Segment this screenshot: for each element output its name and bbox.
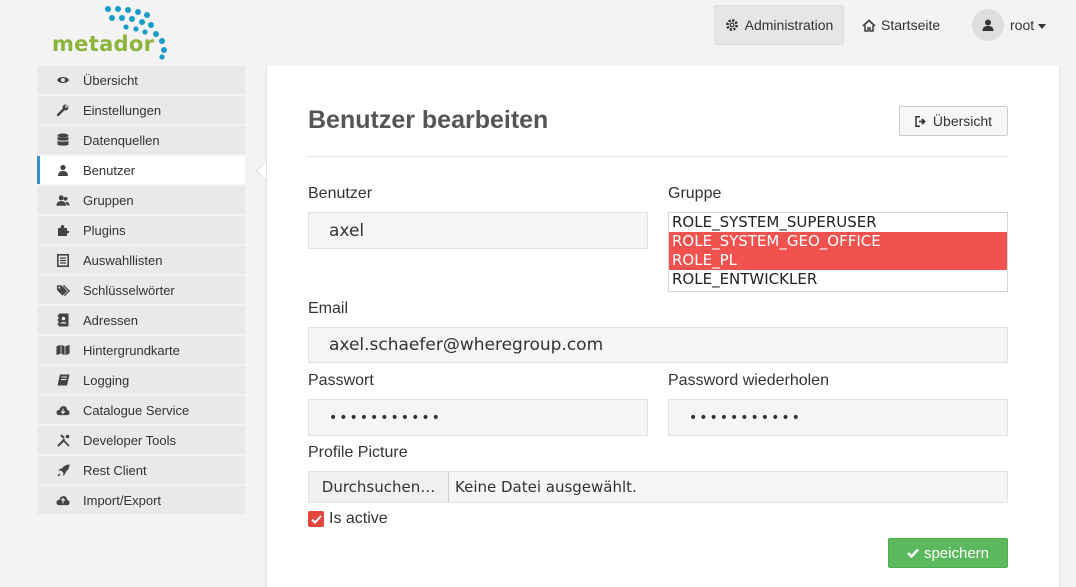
user-menu[interactable]: root	[972, 8, 1047, 42]
file-status: Keine Datei ausgewählt.	[455, 478, 637, 496]
address-book-icon	[56, 313, 70, 327]
administration-label: Administration	[744, 17, 834, 33]
sidebar-item-label: Übersicht	[83, 72, 138, 88]
profile-picture-label: Profile Picture	[308, 444, 408, 461]
save-label: speichern	[923, 544, 990, 562]
startseite-label: Startseite	[881, 17, 941, 33]
sidebar-item-label: Logging	[83, 372, 130, 388]
check-icon	[310, 514, 322, 524]
save-button[interactable]: speichern	[888, 538, 1008, 568]
sidebar-item-label: Plugins	[83, 222, 126, 238]
tags-icon	[56, 283, 70, 297]
book-icon	[56, 373, 70, 387]
database-icon	[56, 133, 70, 147]
check-icon	[907, 548, 919, 558]
sidebar-item-catalogue-service[interactable]: Catalogue Service	[37, 396, 245, 424]
sidebar-item-logging[interactable]: Logging	[37, 366, 245, 394]
password-value: •••••••••••	[329, 409, 442, 426]
profile-picture-input[interactable]: Durchsuchen… Keine Datei ausgewählt.	[308, 471, 1008, 503]
group-option[interactable]: ROLE_SYSTEM_SUPERUSER	[669, 213, 1007, 232]
sidebar-item-adressen[interactable]: Adressen	[37, 306, 245, 334]
sign-out-icon	[915, 115, 926, 127]
email-field[interactable]: axel.schaefer@wheregroup.com	[308, 327, 1008, 363]
metador-logo[interactable]: metador	[52, 4, 172, 60]
sidebar-item-import-export[interactable]: Import/Export	[37, 486, 245, 514]
gear-icon	[725, 19, 738, 31]
user-icon	[982, 19, 994, 31]
page-title: Benutzer bearbeiten	[308, 106, 549, 134]
eye-icon	[56, 73, 70, 87]
logo-text: metador	[52, 32, 155, 56]
username-field[interactable]: axel	[308, 212, 648, 249]
email-label: Email	[308, 300, 349, 317]
tools-icon	[56, 433, 70, 447]
password-repeat-field[interactable]: •••••••••••	[668, 399, 1008, 436]
group-multiselect[interactable]: ROLE_SYSTEM_SUPERUSER ROLE_SYSTEM_GEO_OF…	[668, 212, 1008, 292]
divider	[308, 156, 1008, 157]
cloud-icon	[56, 403, 70, 417]
sidebar-item-label: Benutzer	[83, 162, 136, 178]
username-value: axel	[329, 220, 365, 241]
password-field[interactable]: •••••••••••	[308, 399, 648, 436]
sidebar-item-label: Datenquellen	[83, 132, 160, 148]
sidebar-item-label: Gruppen	[83, 192, 134, 208]
user-label: Benutzer	[308, 185, 373, 202]
sidebar-item-datenquellen[interactable]: Datenquellen	[37, 126, 245, 154]
sidebar-item-schluesselwoerter[interactable]: Schlüsselwörter	[37, 276, 245, 304]
administration-button[interactable]: Administration	[714, 5, 844, 45]
sidebar-item-einstellungen[interactable]: Einstellungen	[37, 96, 245, 124]
sidebar-item-developer-tools[interactable]: Developer Tools	[37, 426, 245, 454]
sidebar-item-label: Hintergrundkarte	[83, 342, 180, 358]
overview-button[interactable]: Übersicht	[899, 106, 1008, 136]
sidebar-item-hintergrundkarte[interactable]: Hintergrundkarte	[37, 336, 245, 364]
sidebar-item-label: Einstellungen	[83, 102, 162, 118]
password-repeat-label: Password wiederholen	[668, 372, 829, 389]
user-icon	[56, 163, 70, 177]
sidebar-item-label: Developer Tools	[83, 432, 176, 448]
password-repeat-value: •••••••••••	[689, 409, 802, 426]
puzzle-icon	[56, 223, 70, 237]
is-active-row: Is active	[308, 510, 388, 528]
users-icon	[56, 193, 70, 207]
avatar	[972, 9, 1004, 41]
browse-button[interactable]: Durchsuchen…	[309, 472, 449, 502]
rocket-icon	[56, 463, 70, 477]
home-icon	[862, 18, 876, 32]
list-icon	[56, 253, 70, 267]
sidebar-item-label: Rest Client	[83, 462, 147, 478]
map-icon	[56, 343, 70, 357]
sidebar-item-label: Schlüsselwörter	[83, 282, 175, 298]
main-panel: Benutzer bearbeiten Übersicht Benutzer a…	[266, 66, 1060, 587]
sidebar-item-label: Catalogue Service	[83, 402, 190, 418]
group-option[interactable]: ROLE_ENTWICKLER	[669, 270, 1007, 289]
sidebar-item-gruppen[interactable]: Gruppen	[37, 186, 245, 214]
group-label: Gruppe	[668, 185, 722, 202]
sidebar-item-rest-client[interactable]: Rest Client	[37, 456, 245, 484]
sidebar-item-auswahllisten[interactable]: Auswahllisten	[37, 246, 245, 274]
overview-label: Übersicht	[932, 113, 993, 129]
sidebar-item-plugins[interactable]: Plugins	[37, 216, 245, 244]
user-name: root	[1010, 17, 1035, 33]
sidebar-item-label: Adressen	[83, 312, 138, 328]
group-option[interactable]: ROLE_SYSTEM_GEO_OFFICE	[669, 232, 1007, 251]
email-value: axel.schaefer@wheregroup.com	[329, 335, 604, 355]
is-active-label: Is active	[329, 510, 388, 527]
chevron-down-icon	[1038, 23, 1047, 29]
sidebar-item-uebersicht[interactable]: Übersicht	[37, 66, 245, 94]
is-active-checkbox[interactable]	[308, 511, 324, 527]
wrench-icon	[56, 103, 70, 117]
sidebar-item-label: Auswahllisten	[83, 252, 163, 268]
group-option[interactable]: ROLE_PL	[669, 251, 1007, 270]
sidebar-item-label: Import/Export	[83, 492, 162, 508]
sidebar: Übersicht Einstellungen Datenquellen Ben…	[37, 66, 245, 516]
startseite-link[interactable]: Startseite	[862, 5, 940, 45]
sidebar-item-benutzer[interactable]: Benutzer	[37, 156, 245, 184]
password-label: Passwort	[308, 372, 374, 389]
cloud-upload-icon	[56, 493, 70, 507]
